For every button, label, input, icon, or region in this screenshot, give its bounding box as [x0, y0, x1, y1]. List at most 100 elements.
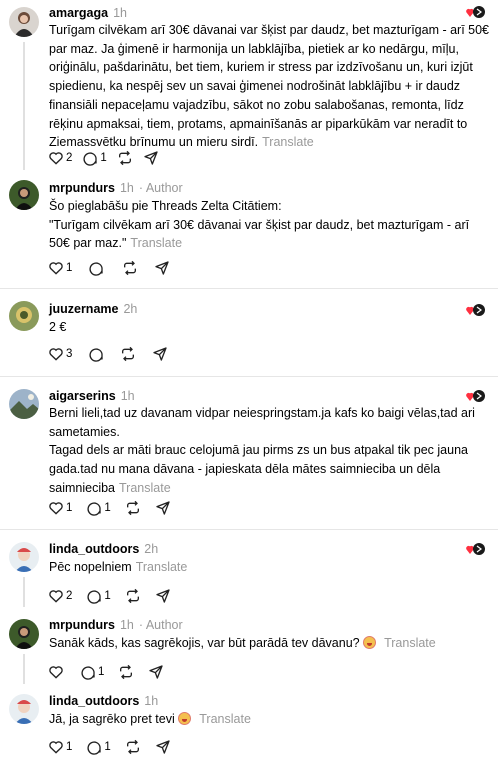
- repost-icon: [126, 588, 139, 604]
- reply-button[interactable]: 1: [86, 500, 111, 516]
- reply-button[interactable]: 1: [86, 739, 111, 755]
- heart-icon: [49, 666, 63, 679]
- share-button[interactable]: [148, 664, 164, 680]
- like-button[interactable]: 2: [48, 150, 72, 166]
- translate-link[interactable]: Translate: [384, 636, 436, 650]
- timestamp: 2h: [123, 302, 138, 316]
- username[interactable]: linda_outdoors: [49, 694, 139, 708]
- repost-button[interactable]: [125, 739, 141, 755]
- avatar[interactable]: [9, 694, 39, 724]
- timestamp: 1h: [119, 181, 134, 195]
- username[interactable]: juuzername: [49, 302, 118, 316]
- like-button[interactable]: [48, 664, 64, 680]
- username[interactable]: linda_outdoors: [49, 542, 139, 556]
- reply-count: 1: [104, 741, 111, 753]
- post-text: 2 €: [49, 318, 489, 337]
- reply-button[interactable]: 1: [82, 150, 107, 166]
- send-icon: [156, 501, 170, 515]
- share-button[interactable]: [152, 346, 168, 362]
- like-count: 1: [66, 502, 73, 514]
- post-text-content: Sanāk kāds, kas sagrēkojis, var būt parā…: [49, 636, 360, 650]
- reply-count: 1: [98, 666, 105, 678]
- repost-icon: [122, 346, 135, 362]
- avatar[interactable]: [9, 301, 39, 331]
- heart-icon: [49, 152, 63, 165]
- translate-link[interactable]: Translate: [199, 712, 251, 726]
- like-button[interactable]: 1: [48, 500, 72, 516]
- avatar[interactable]: [9, 619, 39, 649]
- thread-line: [23, 42, 25, 170]
- post-actions: 2 1: [48, 587, 181, 605]
- reply-button[interactable]: 1: [80, 664, 104, 680]
- avatar[interactable]: [9, 389, 39, 419]
- like-badge-icon: [466, 5, 486, 19]
- like-badge-icon: [466, 542, 486, 556]
- send-icon: [156, 589, 170, 603]
- send-icon: [153, 347, 168, 361]
- post: mrpundurs 1h · Author Sanāk kāds, kas sagr…: [0, 612, 498, 686]
- share-button[interactable]: [155, 739, 171, 755]
- post-text-content: 2 €: [49, 320, 67, 334]
- post-text-content: Jā, ja sagrēko pret tevi: [49, 712, 175, 726]
- share-button[interactable]: [155, 588, 171, 604]
- like-count: 1: [66, 262, 73, 274]
- send-icon: [156, 740, 170, 754]
- post: linda_outdoors 2h Pēc nopelniem Translate …: [0, 530, 498, 612]
- repost-button[interactable]: [125, 500, 141, 516]
- translate-link[interactable]: Translate: [262, 135, 314, 149]
- post-header: mrpundurs 1h · Author: [49, 617, 183, 633]
- share-button[interactable]: [143, 150, 159, 166]
- comment-icon: [81, 666, 95, 680]
- heart-icon: [49, 741, 63, 754]
- share-button[interactable]: [155, 500, 171, 516]
- author-tag: · Author: [138, 618, 183, 632]
- post-text: Turīgam cilvēkam arī 30€ dāvanai var šķi…: [49, 21, 489, 152]
- username[interactable]: aigarserins: [49, 389, 116, 403]
- post-actions: 2 1: [48, 149, 169, 167]
- post: juuzername 2h 2 € 3: [0, 289, 498, 374]
- like-count: 2: [66, 152, 73, 164]
- like-button[interactable]: 1: [48, 260, 72, 276]
- post-text: Pēc nopelniem Translate: [49, 558, 489, 577]
- post-text: Šo pieglabāšu pie Threads Zelta Citātiem…: [49, 197, 489, 253]
- translate-link[interactable]: Translate: [136, 560, 188, 574]
- avatar[interactable]: [9, 180, 39, 210]
- username[interactable]: mrpundurs: [49, 618, 115, 632]
- repost-button[interactable]: [122, 260, 138, 276]
- post: aigarserins 1h Berni lieli,tad uz davanam…: [0, 377, 498, 527]
- send-icon: [144, 151, 158, 165]
- reply-button[interactable]: 1: [86, 588, 111, 604]
- heart-icon: [49, 262, 63, 275]
- repost-button[interactable]: [120, 346, 136, 362]
- avatar[interactable]: [9, 542, 39, 572]
- post: linda_outdoors 1h Jā, ja sagrēko pret tev…: [0, 686, 498, 765]
- like-button[interactable]: 3: [48, 346, 72, 362]
- like-button[interactable]: 2: [48, 588, 72, 604]
- translate-link[interactable]: Translate: [130, 236, 182, 250]
- post-header: juuzername 2h: [49, 301, 137, 317]
- translate-link[interactable]: Translate: [119, 481, 171, 495]
- repost-button[interactable]: [117, 150, 133, 166]
- repost-icon: [124, 260, 137, 276]
- post-header: linda_outdoors 1h: [49, 693, 158, 709]
- share-button[interactable]: [154, 260, 170, 276]
- like-count: 1: [66, 741, 73, 753]
- post-header: mrpundurs 1h · Author: [49, 180, 183, 196]
- timestamp: 1h: [120, 389, 135, 403]
- username[interactable]: mrpundurs: [49, 181, 115, 195]
- reply-count: 1: [104, 502, 111, 514]
- comment-icon: [87, 590, 102, 604]
- like-button[interactable]: 1: [48, 739, 72, 755]
- avatar[interactable]: [9, 7, 39, 37]
- heart-icon: [49, 348, 63, 361]
- repost-button[interactable]: [118, 664, 134, 680]
- post-header: aigarserins 1h: [49, 388, 135, 404]
- repost-icon: [126, 500, 139, 516]
- timestamp: 1h: [144, 694, 159, 708]
- timestamp: 1h: [113, 6, 127, 20]
- repost-button[interactable]: [125, 588, 141, 604]
- reply-button[interactable]: [88, 260, 106, 276]
- reply-button[interactable]: [88, 346, 104, 362]
- comment-icon: [89, 262, 104, 276]
- username[interactable]: amargaga: [49, 6, 108, 20]
